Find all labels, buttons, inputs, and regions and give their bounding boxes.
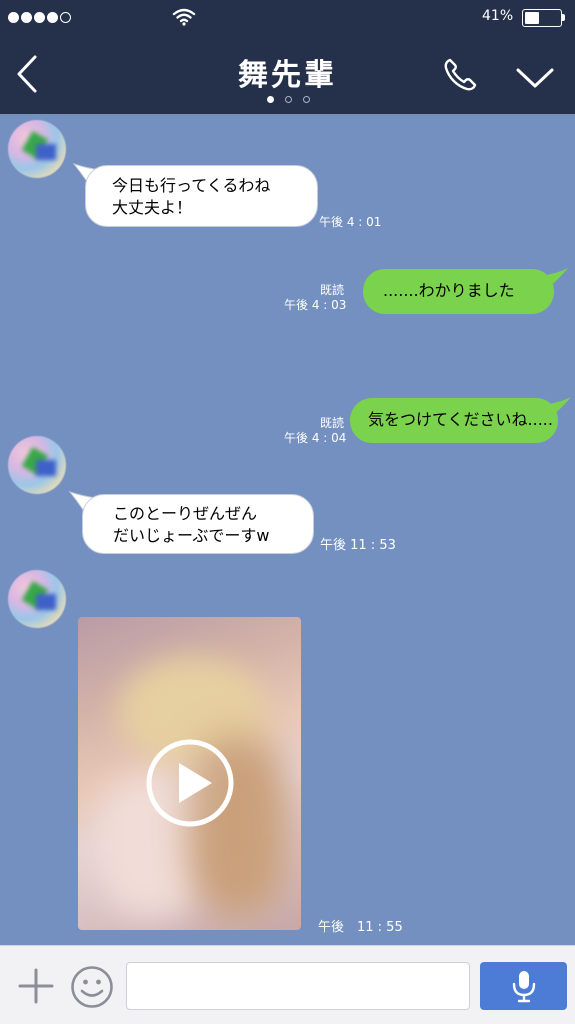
plus-icon[interactable] — [18, 968, 54, 1004]
message-bubble[interactable]: 今日も行ってくるわね 大丈夫よ！ — [85, 165, 318, 227]
bubble-tail — [543, 397, 571, 417]
signal-dot — [21, 12, 32, 23]
message-bubble[interactable]: 気をつけてくださいね..... — [350, 398, 558, 443]
message-line: このとーりぜんぜん — [113, 504, 258, 523]
page-indicator-dot — [267, 96, 274, 103]
voice-button[interactable] — [480, 962, 567, 1010]
battery-percentage: 41% — [482, 8, 514, 24]
smiley-icon[interactable] — [70, 965, 114, 1009]
battery-level — [525, 12, 539, 24]
message-time: 午後 11 : 53 — [320, 538, 396, 553]
message-input[interactable] — [126, 962, 470, 1010]
top-bar: 41% 舞先輩 — [0, 0, 575, 114]
input-bar — [0, 945, 575, 1024]
page-indicator-dot — [285, 96, 292, 103]
message-time: 午後 4 : 03 — [284, 298, 347, 312]
video-thumbnail[interactable] — [78, 617, 301, 930]
message-line: 大丈夫よ！ — [112, 198, 193, 217]
chevron-down-icon[interactable] — [515, 66, 555, 90]
avatar[interactable] — [8, 436, 66, 494]
wifi-icon — [172, 8, 196, 26]
message-bubble[interactable]: このとーりぜんぜん だいじょーぶでーすw — [82, 494, 314, 554]
bubble-tail — [540, 268, 568, 288]
signal-dot — [47, 12, 58, 23]
signal-dot — [60, 12, 71, 23]
message-time: 午後 4 : 04 — [284, 431, 347, 445]
chat-title: 舞先輩 — [238, 58, 337, 93]
signal-dot — [8, 12, 19, 23]
avatar[interactable] — [8, 120, 66, 178]
battery-tip — [562, 14, 565, 21]
phone-icon[interactable] — [442, 57, 478, 93]
message-line: 今日も行ってくるわね — [112, 176, 271, 195]
message-text: .......わかりました — [383, 281, 515, 300]
play-icon[interactable] — [146, 739, 234, 827]
message-bubble[interactable]: .......わかりました — [363, 269, 554, 314]
page-indicator-dot — [303, 96, 310, 103]
microphone-icon — [512, 971, 536, 1003]
signal-dot — [34, 12, 45, 23]
message-text: 気をつけてくださいね..... — [368, 410, 553, 429]
avatar[interactable] — [8, 570, 66, 628]
message-time: 午後 4 : 01 — [319, 215, 382, 229]
message-line: だいじょーぶでーすw — [113, 526, 270, 545]
battery-icon — [522, 9, 562, 27]
message-time: 午後 11 : 55 — [318, 920, 403, 935]
